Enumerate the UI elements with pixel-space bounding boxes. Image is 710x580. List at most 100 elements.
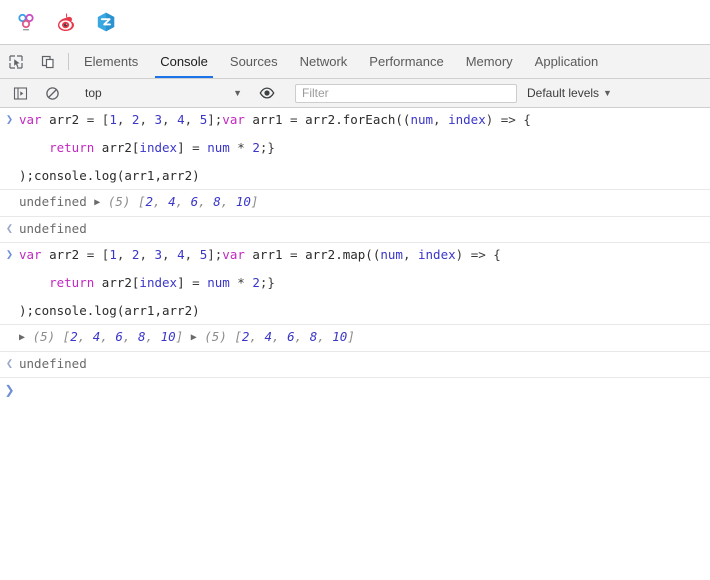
array-close-bracket: ]: [175, 329, 184, 345]
chevron-down-icon: ▼: [603, 88, 612, 98]
filter-input[interactable]: Filter: [295, 83, 517, 103]
code-token-kw: return: [49, 140, 95, 156]
console-prompt-row[interactable]: ❯: [0, 378, 710, 403]
array-value: 8: [137, 329, 146, 345]
filter-placeholder: Filter: [302, 86, 329, 100]
code-token-punct: ;}: [259, 275, 275, 291]
console-message-text: undefined: [19, 220, 710, 238]
code-token-kw: var: [19, 112, 42, 127]
code-token-param: num: [207, 140, 230, 156]
code-token-plain: arr2.map((: [297, 247, 381, 262]
code-token-plain: arr2[: [94, 275, 140, 291]
code-token-param: num: [207, 275, 230, 291]
console-log-message[interactable]: ▶ (5) [2, 4, 6, 8, 10] ▶ (5) [2, 4, 6, 8…: [0, 325, 710, 352]
code-line: );console.log(arr1,arr2): [19, 302, 704, 320]
return-marker-icon: ❮: [5, 355, 14, 370]
clear-console-icon[interactable]: [36, 86, 68, 101]
code-token-punct: ;}: [259, 140, 275, 156]
code-token-punct: ,: [184, 247, 200, 262]
code-token-punct: ,: [402, 247, 418, 262]
code-line: return arr2[index] = num * 2;}: [19, 139, 704, 157]
code-token-punct: *: [237, 140, 245, 156]
code-token-punct: =: [192, 275, 200, 291]
log-levels-label: Default levels: [527, 86, 600, 100]
code-token-punct: ) => {: [455, 247, 501, 262]
array-value: 6: [115, 329, 123, 345]
array-separator: ,: [317, 329, 333, 345]
code-token-kw: return: [49, 275, 95, 291]
code-token-plain: arr1: [244, 112, 291, 127]
expand-array-triangle-icon[interactable]: ▶: [191, 331, 197, 346]
tab-label: Network: [299, 54, 348, 69]
console-input-message[interactable]: ❯ var arr2 = [1, 2, 3, 4, 5];var arr1 = a…: [0, 243, 710, 326]
array-length-badge: (5): [32, 329, 56, 345]
code-token-param: num: [380, 247, 403, 262]
toolbar-divider: [68, 53, 69, 70]
tab-sources[interactable]: Sources: [219, 45, 289, 78]
array-value: 2: [70, 329, 78, 345]
array-value: 10: [235, 194, 251, 210]
result-value: undefined: [19, 355, 87, 371]
prompt-marker-icon: ❯: [5, 112, 14, 126]
tab-label: Elements: [84, 54, 139, 69]
zhihu-icon[interactable]: [90, 6, 122, 38]
create-live-expression-icon[interactable]: [251, 85, 283, 101]
console-result-message[interactable]: ❮ undefined: [0, 352, 710, 378]
tab-performance[interactable]: Performance: [358, 45, 454, 78]
code-token-kw: var: [222, 247, 245, 262]
console-log-message[interactable]: undefined ▶ (5) [2, 4, 6, 8, 10]: [0, 190, 710, 217]
code-token-plain: arr2.forEach((: [297, 112, 411, 127]
array-value: 10: [160, 329, 176, 345]
device-toolbar-icon[interactable]: [32, 45, 64, 78]
code-line: var arr2 = [1, 2, 3, 4, 5];var arr1 = ar…: [19, 246, 704, 264]
code-token-num: 2: [252, 140, 260, 156]
array-value: 8: [213, 194, 221, 210]
console-empty-area: [0, 403, 710, 534]
tab-network[interactable]: Network: [289, 45, 359, 78]
expand-array-triangle-icon[interactable]: ▶: [94, 196, 100, 211]
code-token-punct: ];: [207, 112, 223, 127]
tab-console[interactable]: Console: [149, 45, 219, 78]
console-input-message[interactable]: ❯ var arr2 = [1, 2, 3, 4, 5];var arr1 = a…: [0, 108, 710, 191]
tab-memory[interactable]: Memory: [455, 45, 524, 78]
show-console-sidebar-icon[interactable]: [4, 86, 36, 101]
array-separator: ,: [153, 194, 169, 210]
code-token-punct: ,: [139, 112, 155, 127]
console-result-message[interactable]: ❮ undefined: [0, 217, 710, 243]
inspect-element-icon[interactable]: [0, 45, 32, 78]
browser-extension-strip: [0, 0, 710, 44]
code-token-num: 4: [177, 112, 185, 127]
code-line: );console.log(arr1,arr2): [19, 167, 704, 185]
tab-label: Application: [534, 54, 599, 69]
tab-label: Console: [160, 54, 208, 69]
code-token-punct: ,: [184, 112, 200, 127]
tab-application[interactable]: Application: [524, 45, 610, 78]
code-token-plain: );console.log(arr1,arr2): [19, 303, 200, 319]
code-line: return arr2[index] = num * 2;}: [19, 274, 704, 292]
weibo-icon[interactable]: [50, 6, 82, 38]
code-token-punct: ];: [207, 247, 223, 262]
molecule-extension-icon[interactable]: [10, 6, 42, 38]
console-message-text: undefined: [19, 355, 710, 373]
tab-elements[interactable]: Elements: [73, 45, 149, 78]
array-value: 6: [287, 329, 295, 345]
code-token-punct: ,: [433, 112, 449, 127]
code-token-punct: =: [290, 247, 298, 262]
array-separator: ,: [249, 329, 265, 345]
expand-array-triangle-icon[interactable]: ▶: [19, 331, 25, 346]
code-token-plain: ]: [177, 275, 193, 291]
array-separator: ,: [145, 329, 161, 345]
tab-label: Sources: [229, 54, 278, 69]
console-message-list[interactable]: ❯ var arr2 = [1, 2, 3, 4, 5];var arr1 = a…: [0, 108, 710, 378]
code-token-plain: arr2: [41, 247, 87, 262]
execution-context-value: top: [85, 86, 102, 100]
execution-context-selector[interactable]: top ▼: [77, 83, 242, 104]
log-levels-selector[interactable]: Default levels ▼: [527, 86, 612, 100]
